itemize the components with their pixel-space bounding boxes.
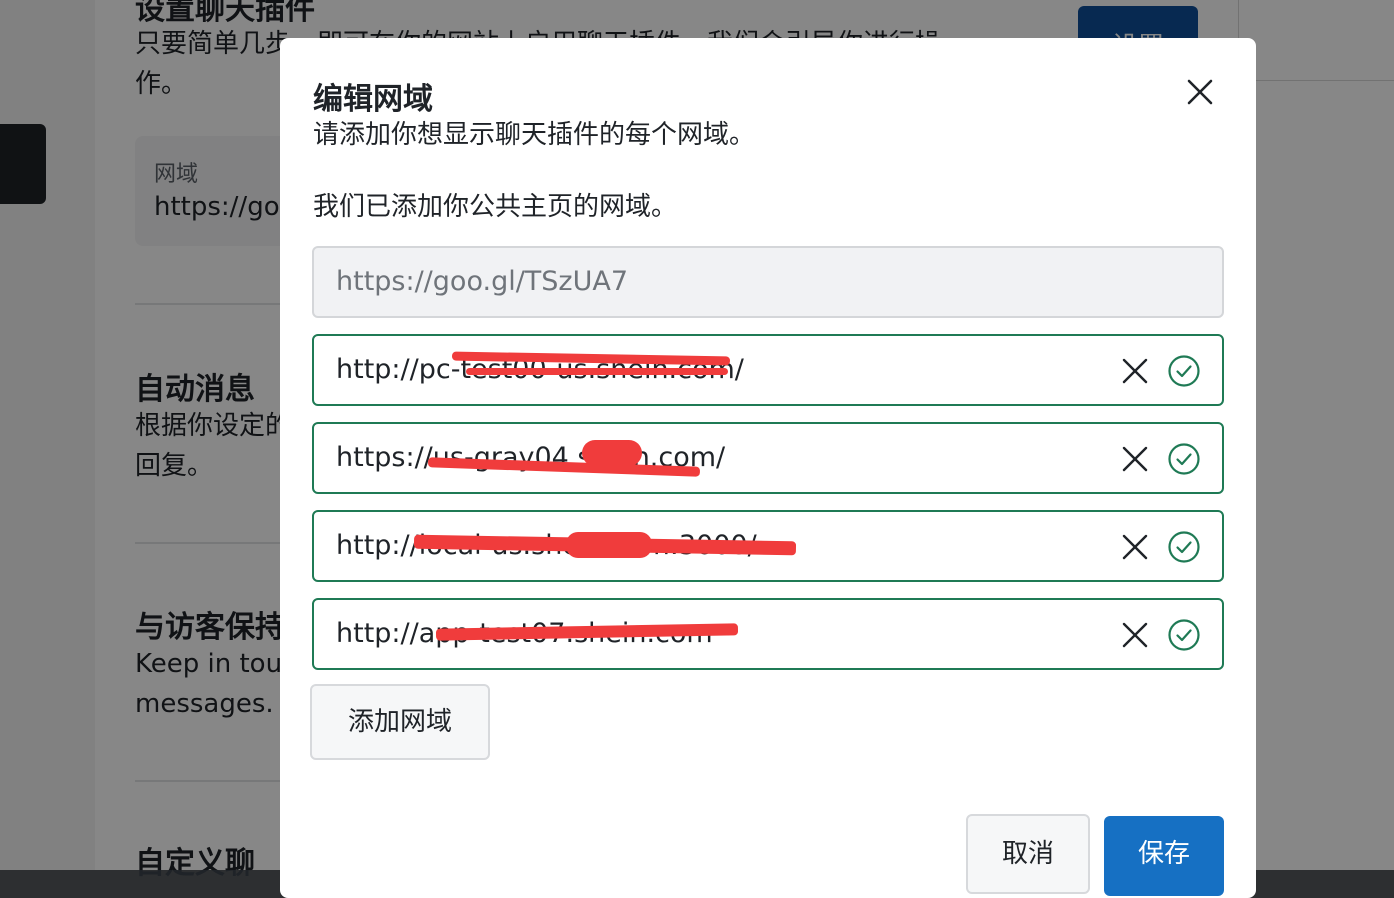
domain-input-1[interactable]: http://pc-test00-us.shein.com/ [312, 334, 1224, 406]
domain-input-2[interactable]: https://us-gray04.shein.com/ [312, 422, 1224, 494]
edit-domains-modal: 编辑网域 请添加你想显示聊天插件的每个网域。 我们已添加你公共主页的网域。 ht… [280, 38, 1256, 898]
redaction-mark [582, 440, 642, 466]
clear-icon[interactable] [1120, 620, 1150, 650]
domain-input-3[interactable]: http://local-us.shein.com:3000/ [312, 510, 1224, 582]
close-icon [1187, 79, 1213, 105]
redaction-mark [466, 368, 728, 375]
cancel-button[interactable]: 取消 [966, 814, 1090, 894]
check-circle-icon [1167, 442, 1201, 476]
modal-note: 我们已添加你公共主页的网域。 [313, 192, 678, 222]
clear-icon[interactable] [1120, 444, 1150, 474]
domain-input-4[interactable]: http://app-test07.shein.com [312, 598, 1224, 670]
readonly-domain-value: https://goo.gl/TSzUA7 [336, 266, 629, 297]
close-button[interactable] [1180, 72, 1220, 112]
modal-title: 编辑网域 [313, 82, 433, 117]
redaction-mark [566, 532, 652, 558]
add-domain-button[interactable]: 添加网域 [310, 684, 490, 760]
check-circle-icon [1167, 618, 1201, 652]
modal-description: 请添加你想显示聊天插件的每个网域。 [313, 120, 756, 150]
clear-icon[interactable] [1120, 532, 1150, 562]
save-button[interactable]: 保存 [1104, 816, 1224, 896]
check-circle-icon [1167, 530, 1201, 564]
check-circle-icon [1167, 354, 1201, 388]
readonly-domain-field: https://goo.gl/TSzUA7 [312, 246, 1224, 318]
clear-icon[interactable] [1120, 356, 1150, 386]
